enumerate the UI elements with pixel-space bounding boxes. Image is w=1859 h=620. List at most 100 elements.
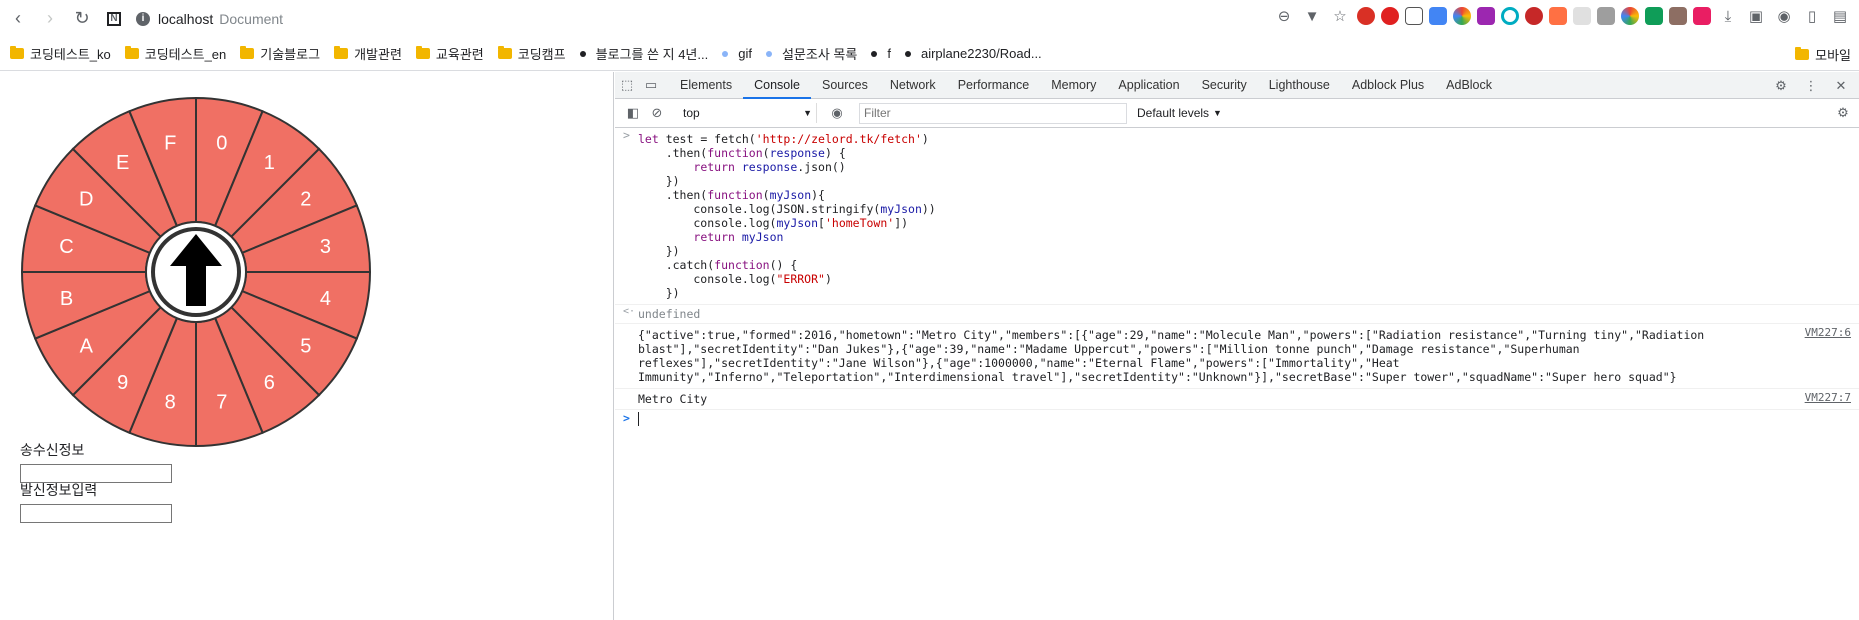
ring-extension-icon[interactable]	[1501, 7, 1519, 25]
console-prompt[interactable]: >	[615, 410, 1859, 428]
bookmark-item-mobile[interactable]: 모바일	[1795, 37, 1851, 71]
tab-adblock-plus[interactable]: Adblock Plus	[1341, 72, 1435, 99]
folder-icon	[415, 46, 430, 59]
download-icon[interactable]: ⤓	[1717, 5, 1739, 27]
bookmark-item[interactable]: 코딩캠프	[497, 44, 566, 63]
forward-icon[interactable]: ›	[36, 5, 64, 33]
tab-adblock[interactable]: AdBlock	[1435, 72, 1503, 99]
wheel-segment-label: 5	[300, 335, 311, 357]
tab-console[interactable]: Console	[743, 72, 811, 99]
green-extension-icon[interactable]	[1645, 7, 1663, 25]
video-icon[interactable]: ▣	[1745, 5, 1767, 27]
more-vert-icon[interactable]: ⋮	[1799, 74, 1823, 98]
wheel-segment-label: 6	[264, 372, 275, 394]
back-icon[interactable]: ‹	[4, 5, 32, 33]
copy-extension-icon[interactable]	[1597, 7, 1615, 25]
image-extension-icon[interactable]	[1669, 7, 1687, 25]
folder-icon	[1795, 46, 1810, 60]
console-settings-icon[interactable]: ⚙	[1831, 101, 1855, 125]
wheel-segment-label: 3	[320, 236, 331, 258]
address-host: localhost	[158, 10, 214, 27]
address-bar[interactable]: i localhost Document	[136, 11, 283, 27]
levels-label: Default levels	[1137, 106, 1210, 120]
page-content: 0 1 2 3 4 5 6 7 8 9 A B C D E F 송수신정보 발신정보입력	[0, 72, 614, 620]
wheel-segment-label: 0	[216, 133, 227, 155]
devtools-panel: ⬚ ▭ Elements Console Sources Network Perform…	[615, 72, 1859, 620]
bookmark-item[interactable]: 블로그를 쓴 지 4년...	[579, 44, 708, 63]
pattern-extension-icon[interactable]	[1693, 7, 1711, 25]
adblock-icon[interactable]	[1381, 7, 1399, 25]
code-line: return response.json()	[693, 160, 846, 174]
address-page-title: Document	[219, 10, 284, 27]
bookmark-label: 모바일	[1815, 47, 1851, 63]
tab-lighthouse[interactable]: Lighthouse	[1258, 72, 1341, 99]
red-extension-icon[interactable]	[1525, 7, 1543, 25]
log-source-link[interactable]: VM227:6	[1805, 326, 1851, 340]
sidepanel-icon[interactable]: ▤	[1829, 5, 1851, 27]
code-line: .then(function(response) {	[638, 146, 846, 160]
tab-sources[interactable]: Sources	[811, 72, 879, 99]
bookmark-item[interactable]: 교육관련	[415, 44, 484, 63]
adblock-plus-icon[interactable]	[1357, 7, 1375, 25]
context-select[interactable]: top ▼	[679, 103, 817, 123]
log-source-link[interactable]: VM227:7	[1805, 391, 1851, 405]
inspect-icon[interactable]: ⬚	[615, 73, 639, 97]
send-input[interactable]	[20, 504, 172, 523]
console-output: > let test = fetch('http://zelord.tk/fet…	[615, 128, 1859, 428]
info-icon[interactable]: i	[136, 11, 150, 26]
console-toolbar: ◧ ⊘ top ▼ ◉ Default levels ▼ ⚙	[615, 99, 1859, 128]
bookmark-label: 교육관련	[435, 47, 484, 62]
purple-extension-icon[interactable]	[1477, 7, 1495, 25]
bookmarks-bar: 코딩테스트_ko 코딩테스트_en 기술블로그 개발관련 교육관련 코딩캠프 블로그를 쓴 …	[0, 37, 1859, 71]
input-code: let test = fetch('http://zelord.tk/fetch…	[638, 132, 1769, 300]
bookmark-label: gif	[738, 46, 752, 61]
device-toggle-icon[interactable]: ▭	[639, 73, 663, 97]
code-line: console.log(JSON.stringify(myJson))	[638, 202, 936, 216]
orange-extension-icon[interactable]	[1549, 7, 1567, 25]
sidebar-toggle-icon[interactable]: ◧	[621, 101, 645, 125]
bookmark-label: 개발관련	[354, 47, 402, 62]
bookmark-star-icon[interactable]: ☆	[1329, 5, 1351, 27]
bookmark-item[interactable]: 기술블로그	[240, 44, 320, 63]
eye-icon[interactable]: ◉	[825, 101, 849, 125]
code-line: })	[638, 174, 680, 188]
settings-gear-icon[interactable]: ⚙	[1769, 74, 1793, 98]
reload-icon[interactable]: ↻	[68, 5, 96, 33]
clear-console-icon[interactable]: ⊘	[645, 101, 669, 125]
prompt-chevron-icon: >	[623, 411, 630, 425]
console-log-entry: Metro City VM227:7	[615, 389, 1859, 410]
bookmark-item[interactable]: 설문조사 목록	[765, 44, 857, 63]
close-icon[interactable]: ✕	[1829, 74, 1853, 98]
wheel-segment-label: 2	[300, 189, 311, 211]
screen-extension-icon[interactable]	[1429, 7, 1447, 25]
tab-security[interactable]: Security	[1191, 72, 1258, 99]
bookmark-item[interactable]: gif	[722, 46, 752, 61]
color-picker-icon[interactable]	[1453, 7, 1471, 25]
tab-elements[interactable]: Elements	[669, 72, 743, 99]
recv-label: 송수신정보	[20, 442, 85, 458]
bookmark-item[interactable]: 개발관련	[334, 44, 402, 63]
pocket-icon[interactable]: ▼	[1301, 5, 1323, 27]
tab-application[interactable]: Application	[1107, 72, 1190, 99]
bookmark-item[interactable]: 코딩테스트_ko	[10, 44, 111, 63]
wheel-segment-label: 8	[165, 391, 176, 413]
chrome-color-icon[interactable]	[1621, 7, 1639, 25]
zoom-icon[interactable]: ⊖	[1273, 5, 1295, 27]
notion-icon[interactable]: N	[100, 5, 128, 33]
grid-extension-icon[interactable]	[1573, 7, 1591, 25]
bookmark-item[interactable]: f	[871, 46, 891, 61]
wheel-segment-label: A	[80, 335, 94, 357]
mouse-icon[interactable]	[1405, 7, 1423, 25]
bookmark-item[interactable]: 코딩테스트_en	[124, 44, 226, 63]
reader-icon[interactable]: ▯	[1801, 5, 1823, 27]
context-value: top	[683, 106, 700, 120]
tab-memory[interactable]: Memory	[1040, 72, 1107, 99]
bookmark-item[interactable]: airplane2230/Road...	[904, 46, 1042, 61]
tab-network[interactable]: Network	[879, 72, 947, 99]
tab-performance[interactable]: Performance	[947, 72, 1041, 99]
filter-input[interactable]	[859, 102, 1127, 124]
number-wheel: 0 1 2 3 4 5 6 7 8 9 A B C D E F	[20, 96, 372, 448]
devtools-tab-list: Elements Console Sources Network Performance…	[669, 72, 1503, 99]
camera-icon[interactable]: ◉	[1773, 5, 1795, 27]
levels-dropdown[interactable]: Default levels ▼	[1137, 106, 1222, 120]
